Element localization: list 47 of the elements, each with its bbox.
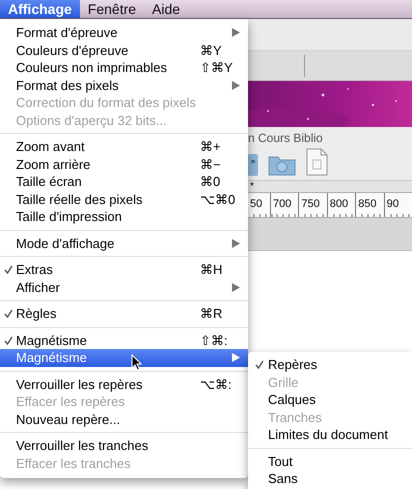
menu-item[interactable]: Taille réelle des pixels ⌥⌘0 (0, 190, 248, 208)
menu-item[interactable]: Nouveau repère... (0, 410, 248, 428)
ruler-label: 800 (330, 198, 348, 210)
menu-item[interactable]: Afficher (0, 278, 248, 296)
menu-item[interactable]: Couleurs d'épreuve ⌘Y (0, 42, 248, 59)
menu-item[interactable]: Verrouiller les tranches (0, 437, 248, 454)
menu-item[interactable]: Format d'épreuve (0, 24, 248, 42)
menu-item[interactable]: Tout (248, 452, 412, 470)
ruler-label: 90 (386, 198, 399, 210)
shortcut-label: ⌘+ (200, 139, 222, 154)
menu-item[interactable]: Règles ⌘R (0, 305, 248, 322)
ruler-label: 50 (250, 198, 262, 210)
shortcut-label: ⇧⌘: (200, 332, 229, 348)
menu-item[interactable]: Taille écran ⌘0 (0, 173, 248, 190)
cursor-icon (131, 354, 142, 371)
menu-item[interactable]: Repères (248, 356, 412, 374)
menu-item[interactable]: Sans (248, 470, 412, 488)
menu-item[interactable]: Limites du document (248, 426, 412, 444)
shortcut-label: ⌘H (200, 262, 224, 278)
shortcut-label: ⇧⌘Y (200, 60, 234, 76)
menu-item[interactable]: Verrouiller les repères ⌥⌘: (0, 376, 248, 393)
menu-bar-item[interactable]: Affichage (0, 0, 80, 18)
shortcut-label: ⌘− (200, 156, 222, 172)
ruler-label: 750 (301, 198, 320, 210)
shortcut-label: ⌥⌘0 (200, 192, 236, 207)
menu-item[interactable]: Zoom avant ⌘+ (0, 138, 248, 156)
shortcut-label: ⌘Y (200, 42, 223, 58)
window-title: n Cours Biblio (248, 130, 324, 145)
menu-bar-item[interactable]: Aide (144, 0, 188, 18)
menu-item[interactable]: Taille d'impression (0, 208, 248, 226)
menu-bar-item[interactable]: Fenêtre (80, 0, 144, 18)
ruler-label: 700 (272, 198, 292, 210)
shortcut-label: ⌘0 (200, 174, 222, 190)
menu-item[interactable]: Couleurs non imprimables ⇧⌘Y (0, 59, 248, 76)
shortcut-label: ⌘R (200, 306, 224, 322)
folder-icon[interactable] (268, 154, 296, 176)
shortcut-label: ⌥⌘: (200, 376, 233, 392)
menu-item[interactable]: Magnétisme (0, 349, 248, 366)
modified-marker: * (250, 181, 254, 192)
menu-item[interactable]: Extras ⌘H (0, 261, 248, 278)
ruler-label: 850 (358, 198, 377, 210)
menu-item[interactable]: Calques (248, 391, 412, 408)
menu-item[interactable]: Mode d'affichage (0, 234, 248, 252)
menu-item[interactable]: Format des pixels (0, 76, 248, 94)
menu-item[interactable]: Magnétisme ⇧⌘: (0, 332, 248, 349)
document-icon[interactable] (306, 148, 328, 176)
menu-item[interactable]: Zoom arrière ⌘− (0, 156, 248, 173)
